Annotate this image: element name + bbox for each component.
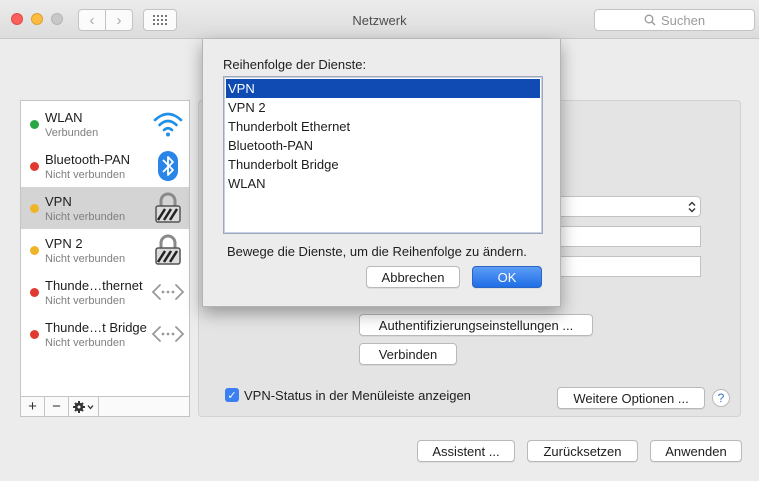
order-item[interactable]: VPN 2: [226, 98, 540, 117]
service-name: VPN: [45, 194, 72, 209]
remove-service-button[interactable]: −: [45, 397, 69, 416]
search-icon: [644, 14, 656, 26]
order-item[interactable]: Bluetooth-PAN: [226, 136, 540, 155]
thunderbolt-icon: [151, 326, 185, 342]
order-item[interactable]: Thunderbolt Bridge: [226, 155, 540, 174]
service-order-sheet: Reihenfolge der Dienste: VPN VPN 2 Thund…: [202, 39, 561, 307]
service-name: Bluetooth-PAN: [45, 152, 131, 167]
title-bar: ‹ › Netzwerk Suchen: [0, 0, 759, 39]
service-item-thunderbolt-bridge[interactable]: Thunde…t Bridge Nicht verbunden: [21, 313, 189, 355]
configuration-popup[interactable]: [550, 196, 701, 217]
status-dot: [30, 288, 39, 297]
add-service-button[interactable]: +: [21, 397, 45, 416]
account-name-field[interactable]: [550, 256, 701, 277]
search-placeholder: Suchen: [660, 12, 706, 28]
service-item-vpn[interactable]: VPN Nicht verbunden: [21, 187, 189, 229]
service-status: Nicht verbunden: [45, 169, 126, 181]
status-dot: [30, 330, 39, 339]
service-item-vpn-2[interactable]: VPN 2 Nicht verbunden: [21, 229, 189, 271]
service-status: Nicht verbunden: [45, 337, 126, 349]
wifi-icon: [153, 112, 183, 137]
sheet-title: Reihenfolge der Dienste:: [223, 57, 367, 72]
service-name: Thunde…thernet: [45, 278, 143, 293]
service-status: Nicht verbunden: [45, 253, 126, 265]
status-dot: [30, 162, 39, 171]
order-item[interactable]: Thunderbolt Ethernet: [226, 117, 540, 136]
vpn-status-checkbox[interactable]: ✓: [225, 388, 239, 402]
help-button[interactable]: ?: [712, 389, 730, 407]
connect-button[interactable]: Verbinden: [359, 343, 457, 365]
apply-button[interactable]: Anwenden: [650, 440, 742, 462]
lock-icon: [155, 192, 181, 223]
status-dot: [30, 204, 39, 213]
action-menu-button[interactable]: [69, 397, 99, 416]
vpn-status-label: VPN-Status in der Menüleiste anzeigen: [244, 388, 471, 403]
service-name: VPN 2: [45, 236, 83, 251]
order-item[interactable]: VPN: [226, 79, 540, 98]
service-list: WLAN Verbunden Bluetooth-PAN Nicht verbu…: [20, 100, 190, 417]
status-dot: [30, 246, 39, 255]
service-name: Thunde…t Bridge: [45, 320, 147, 335]
service-status: Verbunden: [45, 127, 99, 139]
status-dot: [30, 120, 39, 129]
service-name: WLAN: [45, 110, 83, 125]
search-field[interactable]: Suchen: [594, 9, 755, 31]
updown-chevron-icon: [688, 201, 696, 213]
auth-settings-button[interactable]: Authentifizierungseinstellungen ...: [359, 314, 593, 336]
lock-icon: [155, 234, 181, 265]
order-item[interactable]: WLAN: [226, 174, 540, 193]
sheet-hint: Bewege die Dienste, um die Reihenfolge z…: [227, 244, 527, 259]
service-order-list: VPN VPN 2 Thunderbolt Ethernet Bluetooth…: [223, 76, 543, 234]
more-options-button[interactable]: Weitere Optionen ...: [557, 387, 705, 409]
cancel-button[interactable]: Abbrechen: [366, 266, 460, 288]
service-item-thunderbolt-ethernet[interactable]: Thunde…thernet Nicht verbunden: [21, 271, 189, 313]
bluetooth-icon: [158, 151, 178, 181]
service-status: Nicht verbunden: [45, 295, 126, 307]
service-list-toolbar: + −: [21, 396, 189, 416]
gear-icon: [72, 400, 93, 413]
assistant-button[interactable]: Assistent ...: [417, 440, 515, 462]
service-item-wlan[interactable]: WLAN Verbunden: [21, 103, 189, 145]
reset-button[interactable]: Zurücksetzen: [527, 440, 638, 462]
service-status: Nicht verbunden: [45, 211, 126, 223]
ok-button[interactable]: OK: [472, 266, 542, 288]
server-address-field[interactable]: [550, 226, 701, 247]
thunderbolt-icon: [151, 284, 185, 300]
service-item-bluetooth-pan[interactable]: Bluetooth-PAN Nicht verbunden: [21, 145, 189, 187]
